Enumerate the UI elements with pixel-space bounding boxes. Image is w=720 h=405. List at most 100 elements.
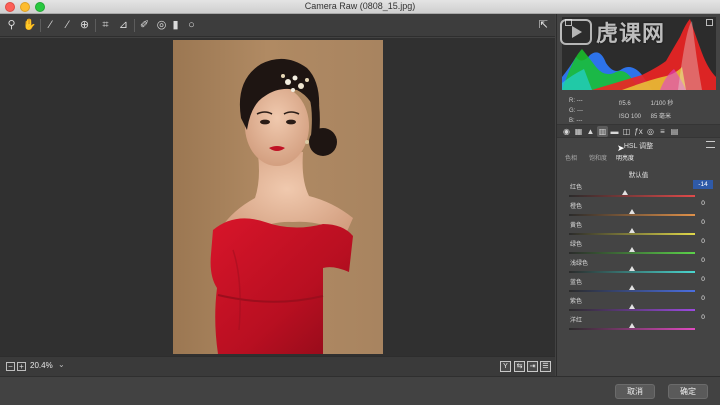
slider-thumb[interactable] [629,209,635,214]
slider-value-input[interactable]: 0 [693,256,713,265]
color-sampler-tool-icon[interactable]: ⁄ [60,18,75,33]
window-title: Camera Raw (0808_15.jpg) [304,1,416,11]
hsl-slider-row: 洋红 0 [569,313,719,334]
zoom-in-button[interactable]: + [17,362,26,371]
panel-tabs: ◉ ▦ ▲ ▥ ▬ ◫ ƒx ◎ ≡ ▤ [557,124,720,138]
toolbar-separator [134,19,135,32]
slider-thumb[interactable] [622,190,629,195]
before-after-view-button[interactable]: Y [500,361,511,372]
zoom-dropdown-chevron-icon[interactable]: ⌄ [58,360,65,369]
toolbar-separator [95,19,96,32]
slider-thumb[interactable] [629,285,635,290]
hsl-subtabs: 色相 饱和度 明亮度 [557,151,720,163]
iso-value: ISO 100 [619,114,642,120]
photo-preview [173,40,383,354]
slider-track[interactable] [569,252,695,254]
slider-label: 红色 [570,185,583,191]
slider-track[interactable] [569,195,695,197]
slider-label: 紫色 [570,299,583,305]
slider-thumb[interactable] [629,304,635,309]
slider-value-input[interactable]: 0 [693,313,713,322]
tab-hue[interactable]: 色相 [565,153,577,162]
highlight-clipping-toggle[interactable] [706,19,713,26]
slider-track[interactable] [569,233,695,235]
slider-thumb[interactable] [629,228,635,233]
presets-icon[interactable]: ≡ [657,126,668,137]
zoom-out-button[interactable]: − [6,362,15,371]
slider-track[interactable] [569,214,695,216]
snapshots-icon[interactable]: ▤ [669,126,680,137]
targeted-adjustment-tool-icon[interactable]: ⊕ [77,18,92,33]
image-canvas[interactable] [0,38,555,356]
zoom-level: 20.4% [30,361,53,370]
hand-tool-icon[interactable]: ✋ [22,18,37,33]
rgb-readout: R: --- G: --- B: --- [569,96,583,126]
tab-luminance[interactable]: 明亮度 [616,153,634,162]
slider-value-input[interactable]: 0 [693,199,713,208]
camera-info: f/5.6 1/100 秒 ISO 100 85 毫米 [619,98,681,124]
slider-label: 蓝色 [570,280,583,286]
radial-filter-icon[interactable]: ○ [184,18,199,33]
r-label: R: [569,98,575,104]
right-panel: R: --- G: --- B: --- f/5.6 1/100 秒 ISO 1… [556,14,720,376]
slider-thumb[interactable] [629,266,635,271]
slider-thumb[interactable] [629,247,635,252]
default-button[interactable]: 默认值 [557,169,720,179]
slider-label: 黄色 [570,223,583,229]
panel-title: HSL 调整 [623,143,654,150]
hsl-panel-icon[interactable]: ▥ [597,126,608,137]
watermark: 虎课网 [560,17,665,47]
toolbar-separator [40,19,41,32]
cancel-button[interactable]: 取消 [615,384,655,399]
toggle-settings-button[interactable]: ☰ [540,361,551,372]
ok-button[interactable]: 确定 [668,384,708,399]
camera-calibration-icon[interactable]: ◎ [645,126,656,137]
slider-value-input[interactable]: 0 [693,218,713,227]
tone-curve-icon[interactable]: ▦ [573,126,584,137]
status-bar: − + 20.4% ⌄ Y ⇆ ⇥ ☰ [0,356,555,376]
panel-menu-icon[interactable] [706,141,715,148]
straighten-tool-icon[interactable]: ⊿ [116,18,131,33]
copy-settings-button[interactable]: ⇥ [527,361,538,372]
adjustment-brush-icon[interactable]: ▮ [168,18,183,33]
lens-corrections-icon[interactable]: ◫ [621,126,632,137]
split-toning-icon[interactable]: ▬ [609,126,620,137]
slider-track[interactable] [569,271,695,273]
g-label: G: [569,108,576,114]
watermark-text: 虎课网 [596,21,666,46]
slider-value-input[interactable]: 0 [693,275,713,284]
slider-label: 橙色 [570,204,583,210]
toolbar: ⚲ ✋ ⁄ ⁄ ⊕ ⌗ ⊿ ✐ ◎ ▮ ○ ⇱ [0,14,555,37]
slider-value-input[interactable]: 0 [693,237,713,246]
slider-label: 绿色 [570,242,583,248]
g-value: --- [577,108,584,114]
focal-length-value: 85 毫米 [650,114,672,120]
aperture-value: f/5.6 [619,101,631,107]
zoom-tool-icon[interactable]: ⚲ [4,18,19,33]
basic-panel-icon[interactable]: ◉ [561,126,572,137]
slider-track[interactable] [569,309,695,311]
slider-track[interactable] [569,290,695,292]
spot-removal-tool-icon[interactable]: ✐ [137,18,152,33]
fullscreen-toggle-icon[interactable]: ⇱ [536,18,551,33]
shutter-value: 1/100 秒 [650,101,674,107]
portrait-image [210,58,353,354]
white-balance-tool-icon[interactable]: ⁄ [43,18,58,33]
slider-label: 洋红 [570,318,583,324]
slider-track[interactable] [569,328,695,330]
slider-value-input[interactable]: -14 [693,180,713,189]
effects-icon[interactable]: ƒx [633,126,644,137]
footer: 取消 确定 [0,376,720,405]
r-value: --- [576,98,583,104]
camera-raw-window: Camera Raw (0808_15.jpg) ⚲ ✋ ⁄ ⁄ ⊕ ⌗ ⊿ ✐… [0,0,720,405]
title-bar: Camera Raw (0808_15.jpg) [0,0,720,14]
crop-tool-icon[interactable]: ⌗ [98,18,113,33]
slider-label: 浅绿色 [570,261,589,267]
slider-value-input[interactable]: 0 [693,294,713,303]
slider-thumb[interactable] [629,323,635,328]
detail-icon[interactable]: ▲ [585,126,596,137]
red-eye-tool-icon[interactable]: ◎ [154,18,169,33]
watermark-logo-icon [560,19,592,45]
tab-saturation[interactable]: 饱和度 [589,153,607,162]
swap-before-after-button[interactable]: ⇆ [514,361,525,372]
